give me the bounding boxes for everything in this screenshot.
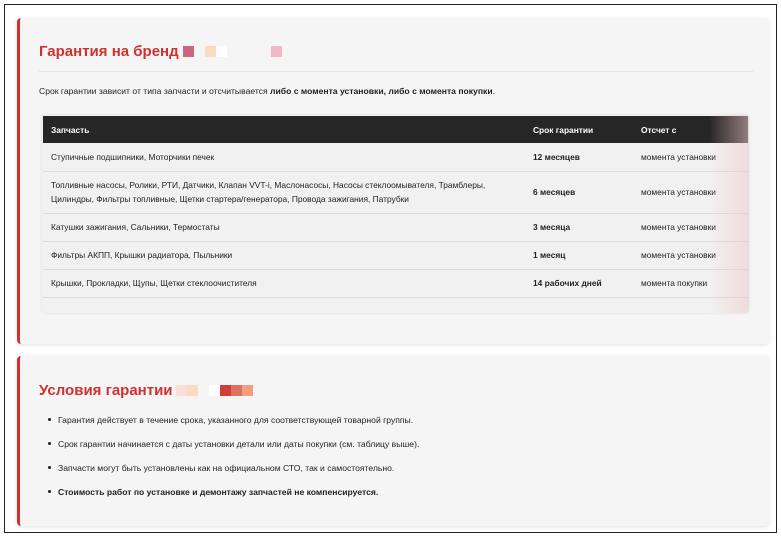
redaction-block: [182, 46, 194, 57]
warranty-table: Запчасть Срок гарантии Отсчет с Ступичны…: [43, 116, 748, 298]
warranty-table-wrapper: Запчасть Срок гарантии Отсчет с Ступичны…: [42, 115, 749, 313]
cell-part: Катушки зажигания, Сальники, Термостаты: [43, 213, 525, 242]
conditions-title-redaction: [175, 385, 275, 396]
redaction-block: [204, 46, 216, 57]
cell-period: 6 месяцев: [525, 171, 633, 214]
redaction-block: [270, 46, 282, 57]
table-row: Катушки зажигания, Сальники, Термостаты …: [43, 213, 748, 242]
cell-period: 1 месяц: [525, 241, 633, 270]
intro-bold: либо с момента установки, либо с момента…: [270, 86, 493, 96]
list-item: Запчасти могут быть установлены как на о…: [47, 462, 419, 486]
conditions-title-text: Условия гарантии: [39, 382, 173, 399]
table-row: Фильтры АКПП, Крышки радиатора, Пыльники…: [43, 241, 748, 270]
redaction-block: [219, 385, 231, 396]
warranty-intro: Срок гарантии зависит от типа запчасти и…: [39, 86, 495, 96]
table-row: Ступичные подшипники, Моторчики печек 12…: [43, 143, 748, 172]
cell-period: 14 рабочих дней: [525, 269, 633, 298]
warranty-title: Гарантия на бренд: [39, 43, 282, 60]
redaction-block: [237, 46, 249, 57]
table-row: Топливные насосы, Ролики, РТИ, Датчики, …: [43, 171, 748, 214]
warranty-title-redaction: [182, 46, 282, 57]
header-period: Срок гарантии: [533, 124, 594, 135]
redaction-block: [175, 385, 187, 396]
redaction-block: [193, 46, 205, 57]
header-part: Запчасть: [51, 124, 90, 135]
redaction-block: [248, 46, 260, 57]
table-row: Крышки, Прокладки, Щупы, Щетки стеклоочи…: [43, 269, 748, 298]
redaction-block: [241, 385, 253, 396]
redaction-block: [226, 46, 238, 57]
conditions-title: Условия гарантии: [39, 382, 275, 399]
redaction-block: [259, 46, 271, 57]
conditions-list: Гарантия действует в течение срока, указ…: [47, 414, 419, 510]
redaction-block: [197, 385, 209, 396]
cell-period: 3 месяца: [525, 213, 633, 242]
redaction-block: [252, 385, 264, 396]
list-item: Стоимость работ по установке и демонтажу…: [47, 486, 419, 510]
cell-part: Ступичные подшипники, Моторчики печек: [43, 143, 525, 172]
redaction-block: [263, 385, 275, 396]
cell-part: Топливные насосы, Ролики, РТИ, Датчики, …: [43, 171, 525, 214]
table-header-row: Запчасть Срок гарантии Отсчет с: [43, 116, 748, 143]
intro-suffix: .: [492, 86, 496, 96]
title-divider: [39, 71, 753, 72]
redaction-block: [186, 385, 198, 396]
warranty-card: Гарантия на бренд Срок гарантии зависит …: [17, 18, 769, 344]
list-item: Срок гарантии начинается с даты установк…: [47, 438, 419, 462]
cell-from: момента установки: [633, 143, 748, 172]
intro-prefix: Срок гарантии зависит от типа запчасти и…: [39, 86, 271, 96]
cell-part: Фильтры АКПП, Крышки радиатора, Пыльники: [43, 241, 525, 270]
cell-from: момента установки: [633, 241, 748, 270]
list-item: Гарантия действует в течение срока, указ…: [47, 414, 419, 438]
warranty-title-text: Гарантия на бренд: [39, 43, 179, 60]
cell-from: момента установки: [633, 171, 748, 214]
conditions-card: Условия гарантии Гарантия действует в те…: [17, 356, 769, 526]
page-frame: Гарантия на бренд Срок гарантии зависит …: [4, 4, 777, 533]
redaction-block: [230, 385, 242, 396]
cell-from: момента покупки: [633, 269, 748, 298]
redaction-block: [215, 46, 227, 57]
redaction-block: [208, 385, 220, 396]
header-from: Отсчет с: [641, 124, 677, 135]
cell-part: Крышки, Прокладки, Щупы, Щетки стеклоочи…: [43, 269, 525, 298]
cell-from: момента установки: [633, 213, 748, 242]
cell-period: 12 месяцев: [525, 143, 633, 172]
